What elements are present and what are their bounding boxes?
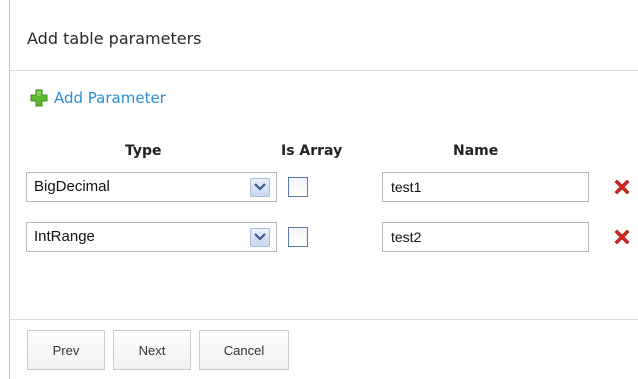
type-select[interactable]: IntRange <box>26 222 277 252</box>
type-select-value: BigDecimal <box>34 178 110 195</box>
dropdown-arrow-icon[interactable] <box>250 178 270 197</box>
add-parameter-label: Add Parameter <box>54 89 166 107</box>
add-table-parameters-dialog: Add table parameters Add Parameter Type … <box>9 0 638 379</box>
type-select-value: IntRange <box>34 228 95 245</box>
dialog-title: Add table parameters <box>27 29 202 48</box>
dropdown-arrow-icon[interactable] <box>250 228 270 247</box>
footer-divider <box>10 319 638 320</box>
is-array-checkbox[interactable] <box>288 177 308 197</box>
parameter-name-input[interactable] <box>382 222 589 252</box>
parameter-row: BigDecimal <box>10 172 638 202</box>
column-header-name: Name <box>453 143 499 159</box>
delete-icon[interactable] <box>614 229 630 245</box>
add-parameter-link[interactable]: Add Parameter <box>30 88 166 108</box>
dialog-header: Add table parameters <box>10 0 638 71</box>
type-select[interactable]: BigDecimal <box>26 172 277 202</box>
plus-icon <box>30 89 48 107</box>
parameter-name-input[interactable] <box>382 172 589 202</box>
column-header-type: Type <box>125 143 162 159</box>
parameter-row: IntRange <box>10 222 638 252</box>
cancel-button[interactable]: Cancel <box>199 330 289 370</box>
prev-button[interactable]: Prev <box>27 330 105 370</box>
column-header-is-array: Is Array <box>281 143 343 159</box>
is-array-checkbox[interactable] <box>288 227 308 247</box>
next-button[interactable]: Next <box>113 330 191 370</box>
chevron-down-icon <box>254 233 266 241</box>
delete-icon[interactable] <box>614 179 630 195</box>
chevron-down-icon <box>254 183 266 191</box>
